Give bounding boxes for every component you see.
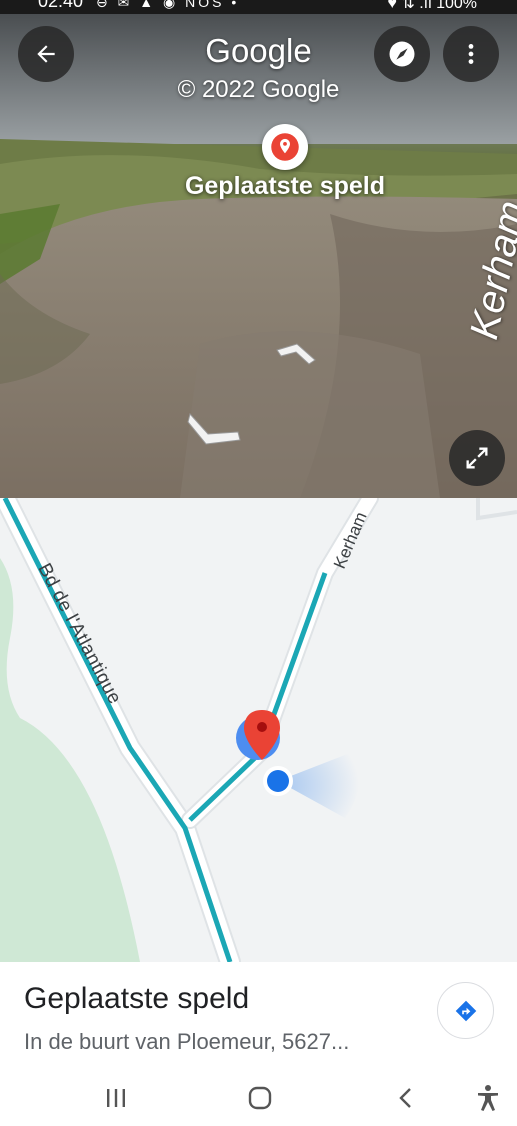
directions-button[interactable] [437,982,494,1039]
expand-button[interactable] [449,430,505,486]
accessibility-button[interactable] [468,1078,508,1118]
recent-apps-button[interactable] [96,1078,136,1118]
recent-apps-icon [107,1089,125,1107]
more-vert-icon [468,44,474,64]
status-right-icons: ♥ ⇅ .ıl 100% [387,0,477,12]
home-button[interactable] [240,1078,280,1118]
pin-label: Geplaatste speld [184,172,386,200]
back-icon [399,1088,411,1108]
map-view[interactable]: Bd de l'Atlantique Kerham [0,498,517,962]
nav-arrow-icon[interactable] [275,342,317,370]
map-canvas [0,498,517,962]
expand-icon [466,447,488,469]
street-view-title: Google [205,32,312,69]
street-view-copyright: © 2022 Google [177,76,340,103]
location-dot [267,770,289,792]
directions-icon [455,1000,476,1021]
compass-icon [389,41,415,67]
place-bottom-sheet[interactable]: Geplaatste speld In de buurt van Ploemeu… [0,962,517,1070]
status-time: 02:40 [38,0,84,11]
notification-icons: ⊖ ✉ ▲ ◉ NOS • [96,0,240,10]
home-icon [248,1086,272,1110]
more-options-button[interactable] [443,26,499,82]
place-address: In de buurt van Ploemeur, 5627... [24,1029,350,1054]
place-title: Geplaatste speld [24,982,250,1015]
nav-arrow-icon[interactable] [186,412,242,452]
status-bar: 02:40 ⊖ ✉ ▲ ◉ NOS • ♥ ⇅ .ıl 100% [0,0,517,14]
place-pin-marker[interactable] [262,124,308,170]
back-nav-button[interactable] [386,1078,426,1118]
compass-button[interactable] [374,26,430,82]
place-pin-icon [271,133,299,161]
system-nav-bar [0,1070,517,1126]
accessibility-icon [478,1085,498,1111]
street-view-panorama[interactable]: Google © 2022 Google Geplaatste speld Ke… [0,14,517,498]
